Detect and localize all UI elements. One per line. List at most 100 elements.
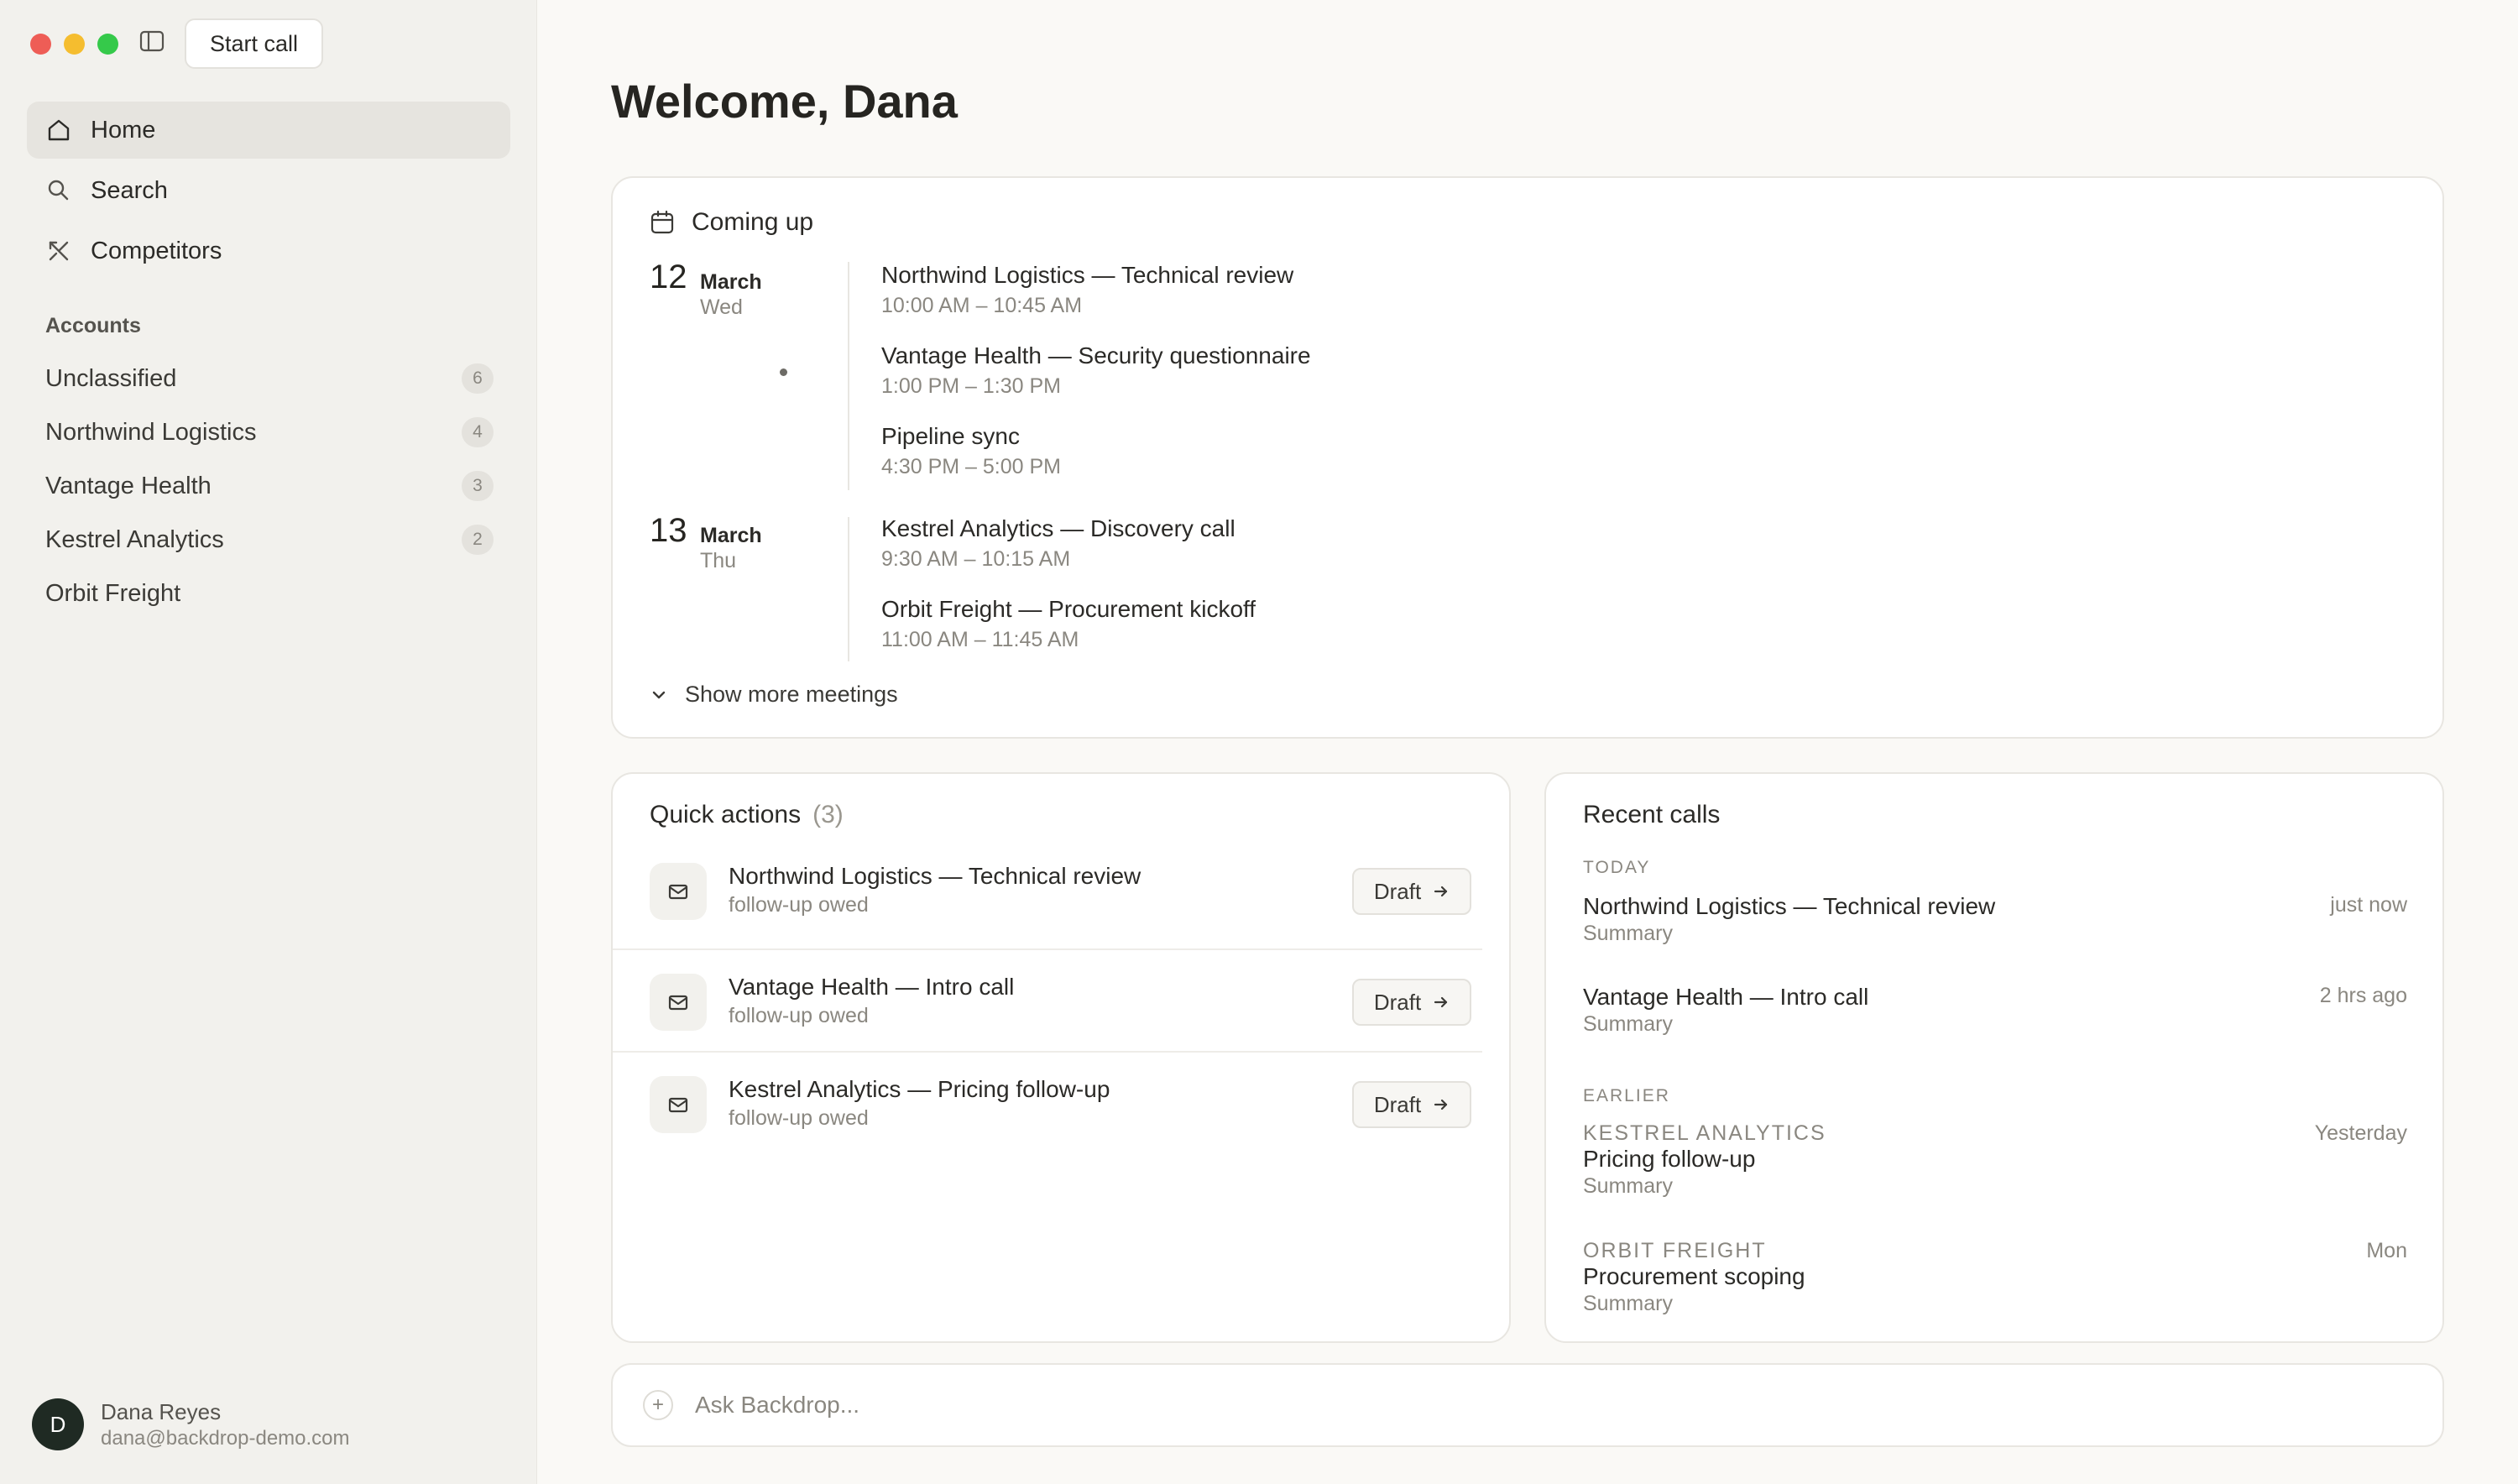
accounts-section-label: Accounts <box>45 314 141 337</box>
meeting-item[interactable]: Orbit Freight — Procurement kickoff 11:0… <box>881 596 1256 652</box>
meeting-title: Kestrel Analytics — Discovery call <box>881 515 1235 541</box>
quick-actions-header: Quick actions (3) <box>650 801 844 829</box>
quick-action-title: Vantage Health — Intro call <box>729 974 1015 1000</box>
day-weekday: Wed <box>700 295 743 319</box>
nav-item-home[interactable]: Home <box>27 102 510 159</box>
quick-action-subtitle: follow-up owed <box>729 1004 869 1027</box>
account-name: Northwind Logistics <box>45 418 257 446</box>
meeting-title: Pipeline sync <box>881 423 1020 449</box>
meeting-title: Vantage Health — Security questionnaire <box>881 342 1311 368</box>
draft-button[interactable]: Draft <box>1352 1081 1471 1128</box>
day-weekday: Thu <box>700 549 737 572</box>
quick-action-row[interactable]: Northwind Logistics — Technical review f… <box>613 848 1482 950</box>
start-call-button[interactable]: Start call <box>185 18 323 69</box>
mail-icon <box>650 974 707 1031</box>
ask-bar: + <box>611 1363 2444 1447</box>
quick-action-row[interactable]: Vantage Health — Intro call follow-up ow… <box>613 950 1482 1053</box>
day-divider <box>848 517 849 661</box>
competitors-icon <box>49 241 69 261</box>
quick-actions-count: (3) <box>812 801 844 828</box>
nav-item-competitors[interactable]: Competitors <box>27 222 510 280</box>
recent-call-summary: Summary <box>1583 1174 1673 1198</box>
user-profile[interactable]: D Dana Reyes dana@backdrop-demo.com <box>32 1398 350 1450</box>
draft-button[interactable]: Draft <box>1352 868 1471 915</box>
nav-item-label: Home <box>91 116 156 144</box>
recent-call-title: Procurement scoping <box>1583 1263 1805 1289</box>
recent-call-item[interactable]: ORBIT FREIGHT Procurement scoping Summar… <box>1583 1239 2407 1316</box>
recent-call-time: Yesterday <box>2314 1121 2407 1145</box>
page-title: Welcome, Dana <box>611 75 958 128</box>
account-name: Unclassified <box>45 364 177 392</box>
recent-call-time: Mon <box>2366 1239 2407 1262</box>
coming-up-title: Coming up <box>692 208 814 236</box>
show-more-meetings-button[interactable]: Show more meetings <box>650 682 898 708</box>
draft-button-label: Draft <box>1373 1091 1422 1117</box>
quick-action-row[interactable]: Kestrel Analytics — Pricing follow-up fo… <box>613 1053 1482 1155</box>
meeting-time: 10:00 AM – 10:45 AM <box>881 294 1083 317</box>
meeting-item[interactable]: Pipeline sync 4:30 PM – 5:00 PM <box>881 423 1061 479</box>
arrow-right-icon <box>1434 886 1448 897</box>
calendar-icon <box>650 210 674 234</box>
quick-action-title: Northwind Logistics — Technical review <box>729 863 1141 889</box>
ask-input[interactable] <box>695 1392 2290 1419</box>
account-count-badge: 3 <box>462 471 494 501</box>
chevron-down-icon <box>652 691 666 698</box>
zoom-window-button[interactable] <box>97 34 118 55</box>
account-item-unclassified[interactable]: Unclassified 6 <box>45 362 494 395</box>
account-name: Vantage Health <box>45 472 212 499</box>
day-month: March <box>700 524 762 547</box>
minimize-window-button[interactable] <box>64 34 85 55</box>
recent-call-account: KESTREL ANALYTICS <box>1583 1121 1826 1145</box>
close-window-button[interactable] <box>30 34 51 55</box>
recent-call-summary: Summary <box>1583 922 1673 945</box>
quick-action-title: Kestrel Analytics — Pricing follow-up <box>729 1076 1110 1102</box>
account-item-orbit-freight[interactable]: Orbit Freight <box>45 577 494 610</box>
day-number: 13 <box>650 512 687 549</box>
meeting-title: Orbit Freight — Procurement kickoff <box>881 596 1256 622</box>
meeting-item[interactable]: Northwind Logistics — Technical review 1… <box>881 262 1293 318</box>
day-month: March <box>700 270 762 294</box>
recent-call-title: Northwind Logistics — Technical review <box>1583 893 1996 919</box>
sidebar-toggle-icon[interactable] <box>139 30 165 52</box>
meeting-time: 4:30 PM – 5:00 PM <box>881 455 1062 478</box>
current-time-dot <box>780 368 787 376</box>
meeting-time: 11:00 AM – 11:45 AM <box>881 628 1079 651</box>
quick-actions-card: Quick actions (3) Northwind Logistics — T… <box>611 772 1511 1343</box>
account-count-badge: 4 <box>462 417 494 447</box>
recent-call-item[interactable]: Vantage Health — Intro call Summary 2 hr… <box>1583 984 2407 1037</box>
quick-actions-title: Quick actions <box>650 801 802 828</box>
recent-call-time: 2 hrs ago <box>2319 984 2407 1007</box>
account-item-northwind-logistics[interactable]: Northwind Logistics 4 <box>45 415 494 449</box>
meeting-title: Northwind Logistics — Technical review <box>881 262 1294 288</box>
draft-button[interactable]: Draft <box>1352 979 1471 1026</box>
recent-call-title: Vantage Health — Intro call <box>1583 984 1869 1010</box>
day-divider <box>848 262 849 490</box>
nav-item-search[interactable]: Search <box>27 162 510 219</box>
home-icon <box>48 119 70 141</box>
meeting-item[interactable]: Vantage Health — Security questionnaire … <box>881 342 1311 399</box>
coming-up-card: Coming up 12 March Wed Northwind Logisti… <box>611 176 2444 739</box>
avatar: D <box>32 1398 84 1450</box>
recent-call-item[interactable]: KESTREL ANALYTICS Pricing follow-up Summ… <box>1583 1121 2407 1199</box>
meeting-item[interactable]: Kestrel Analytics — Discovery call 9:30 … <box>881 515 1235 572</box>
recent-call-item[interactable]: Northwind Logistics — Technical review S… <box>1583 893 2407 946</box>
recent-calls-group-today: TODAY <box>1583 858 1651 877</box>
recent-calls-title: Recent calls <box>1583 801 1721 828</box>
day-number: 12 <box>650 259 687 295</box>
sidebar: Start call Home Search Competitors Accou… <box>0 0 537 1484</box>
recent-calls-card: Recent calls TODAY Northwind Logistics —… <box>1544 772 2444 1343</box>
plus-icon[interactable]: + <box>643 1390 673 1420</box>
nav-item-label: Competitors <box>91 237 222 264</box>
account-name: Orbit Freight <box>45 579 181 607</box>
draft-button-label: Draft <box>1373 989 1422 1015</box>
window-controls <box>30 34 118 55</box>
account-name: Kestrel Analytics <box>45 525 224 553</box>
meeting-time: 9:30 AM – 10:15 AM <box>881 547 1071 571</box>
quick-action-subtitle: follow-up owed <box>729 1106 869 1130</box>
account-item-kestrel-analytics[interactable]: Kestrel Analytics 2 <box>45 523 494 556</box>
account-item-vantage-health[interactable]: Vantage Health 3 <box>45 469 494 503</box>
draft-button-label: Draft <box>1373 878 1422 904</box>
user-name: Dana Reyes <box>101 1398 222 1424</box>
recent-call-account: ORBIT FREIGHT <box>1583 1239 1767 1262</box>
arrow-right-icon <box>1434 996 1448 1008</box>
